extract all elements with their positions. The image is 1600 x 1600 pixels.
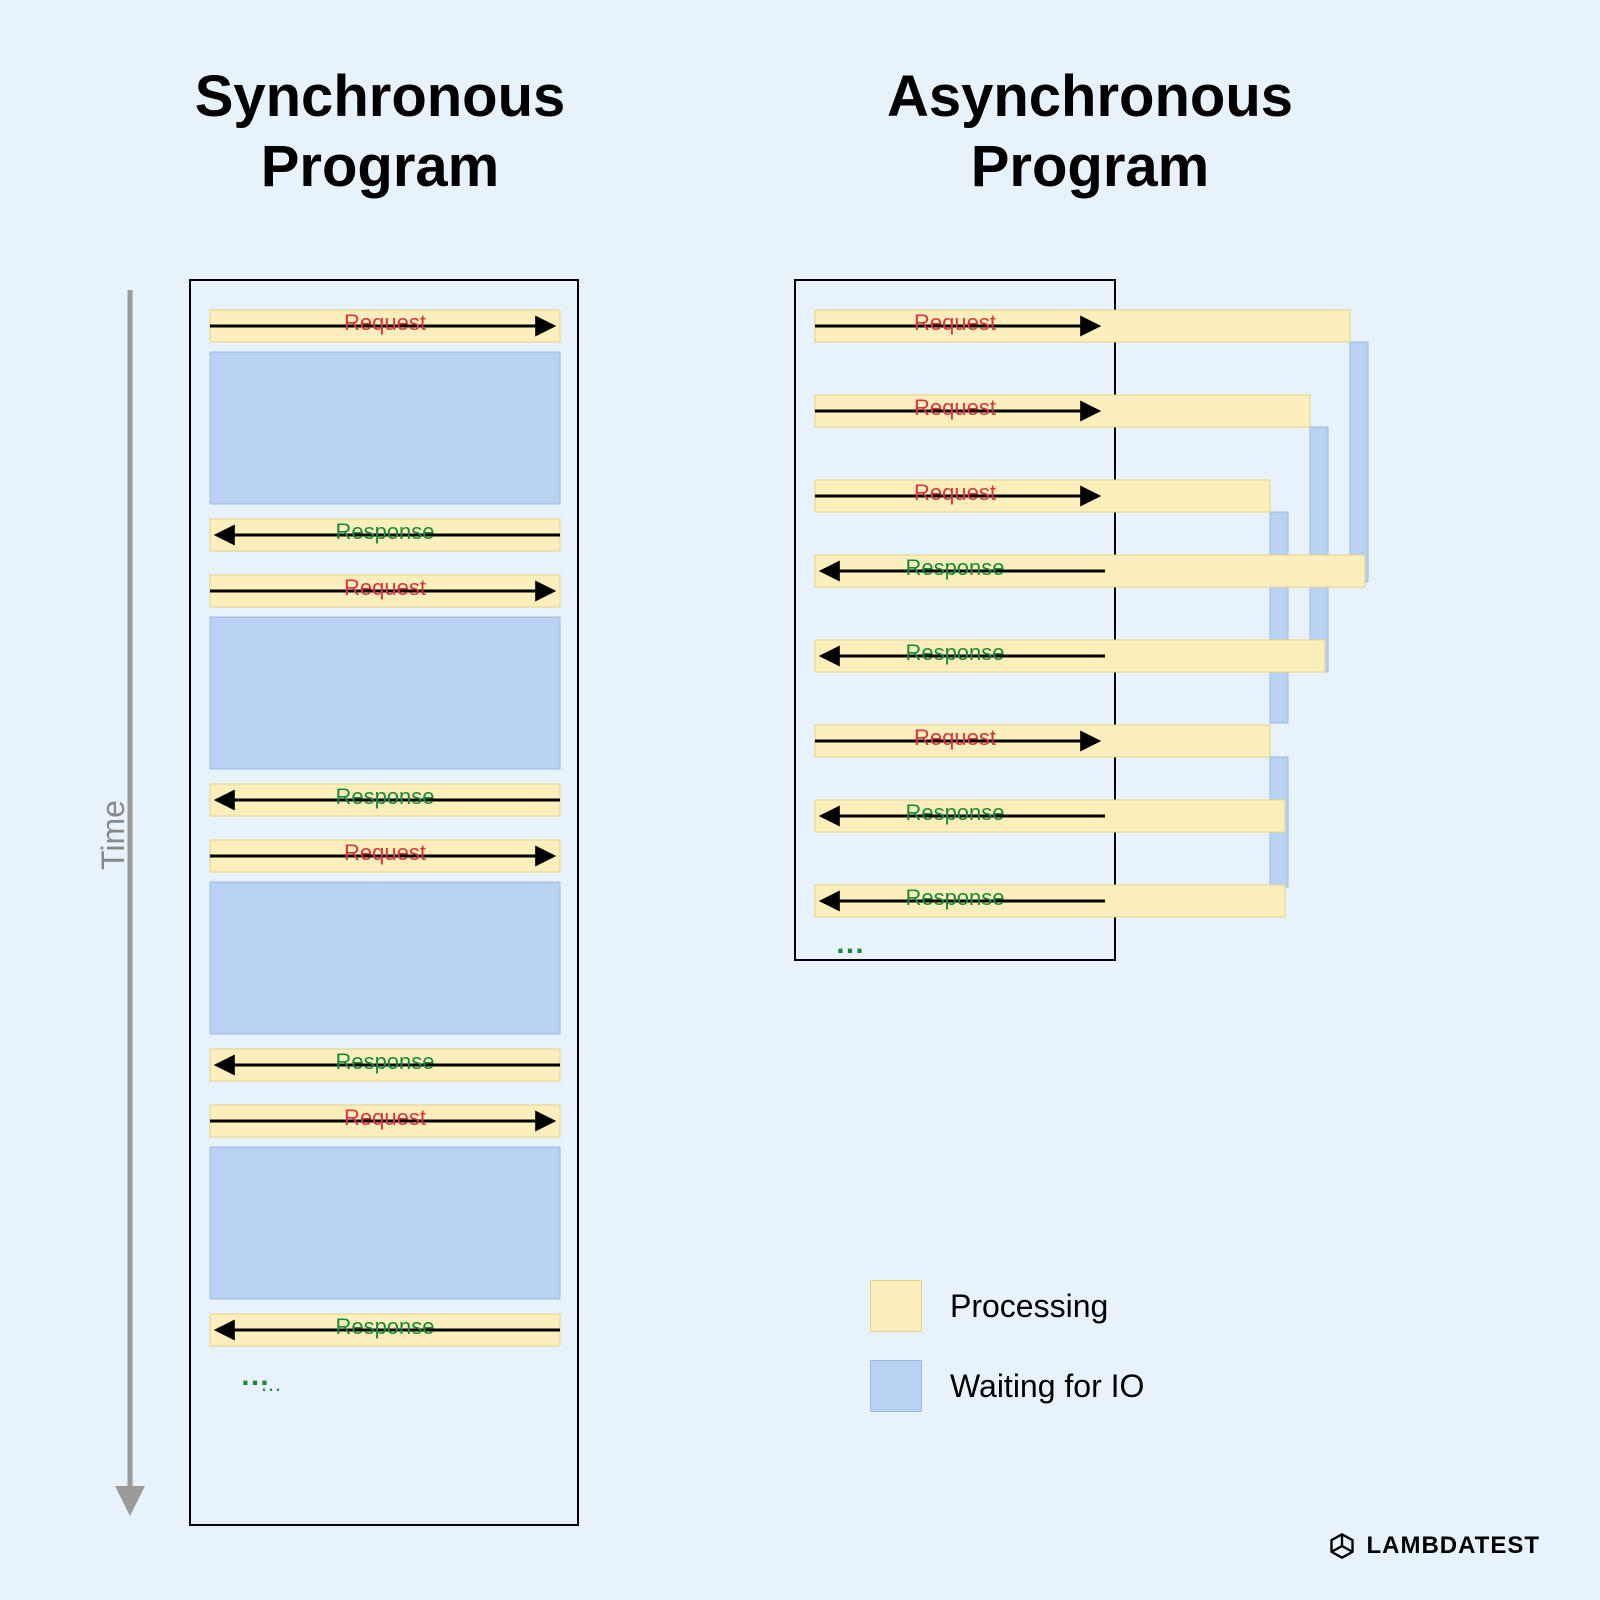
svg-text:Response: Response [905, 640, 1004, 665]
time-axis-label: Time [95, 800, 132, 870]
svg-text:Request: Request [344, 310, 426, 335]
svg-text:Request: Request [914, 395, 996, 420]
legend: Processing Waiting for IO [870, 1280, 1144, 1440]
svg-text:Response: Response [335, 1314, 434, 1339]
svg-text:Request: Request [344, 575, 426, 600]
diagram-svg: Request Response Request Response Request Res… [0, 0, 1600, 1600]
title-asynchronous: AsynchronousProgram [830, 62, 1350, 201]
legend-swatch-processing [870, 1280, 922, 1332]
legend-label-waiting: Waiting for IO [950, 1368, 1144, 1405]
svg-text:…: … [240, 1359, 270, 1392]
svg-text:…: … [835, 927, 865, 960]
legend-waiting: Waiting for IO [870, 1360, 1144, 1412]
legend-swatch-waiting [870, 1360, 922, 1412]
title-synchronous: SynchronousProgram [150, 62, 610, 201]
svg-text:Request: Request [344, 840, 426, 865]
svg-text:Response: Response [905, 800, 1004, 825]
svg-text:Request: Request [914, 310, 996, 335]
svg-text:Response: Response [905, 555, 1004, 580]
svg-text:Request: Request [344, 1105, 426, 1130]
svg-text:Response: Response [335, 519, 434, 544]
svg-text:Response: Response [335, 784, 434, 809]
brand-lambdatest: LAMBDATEST [1328, 1532, 1540, 1560]
svg-text:Request: Request [914, 480, 996, 505]
legend-processing: Processing [870, 1280, 1144, 1332]
svg-text:Response: Response [335, 1049, 434, 1074]
svg-text:Response: Response [905, 885, 1004, 910]
svg-text:Request: Request [914, 725, 996, 750]
lambdatest-logo-icon [1328, 1532, 1356, 1560]
legend-label-processing: Processing [950, 1288, 1108, 1325]
